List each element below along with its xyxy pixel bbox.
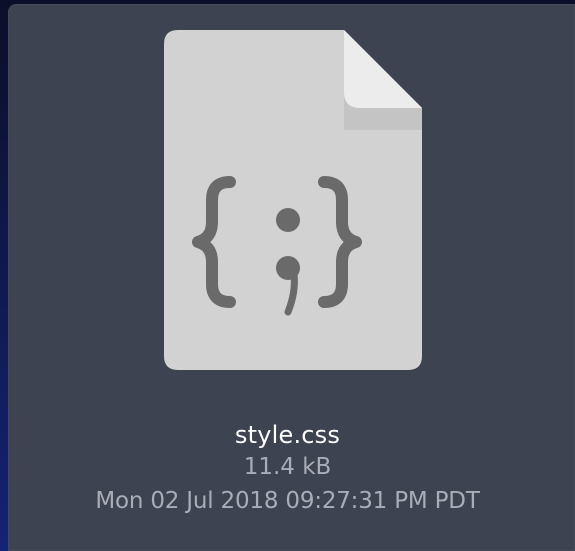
file-info: style.css 11.4 kB Mon 02 Jul 2018 09:27:… <box>0 420 575 516</box>
file-name[interactable]: style.css <box>0 420 575 450</box>
semicolon-dot <box>276 208 300 232</box>
file-fold <box>344 30 422 108</box>
file-modified-date: Mon 02 Jul 2018 09:27:31 PM PDT <box>95 488 480 514</box>
file-size: 11.4 kB <box>243 454 332 480</box>
css-file-icon <box>164 30 422 370</box>
